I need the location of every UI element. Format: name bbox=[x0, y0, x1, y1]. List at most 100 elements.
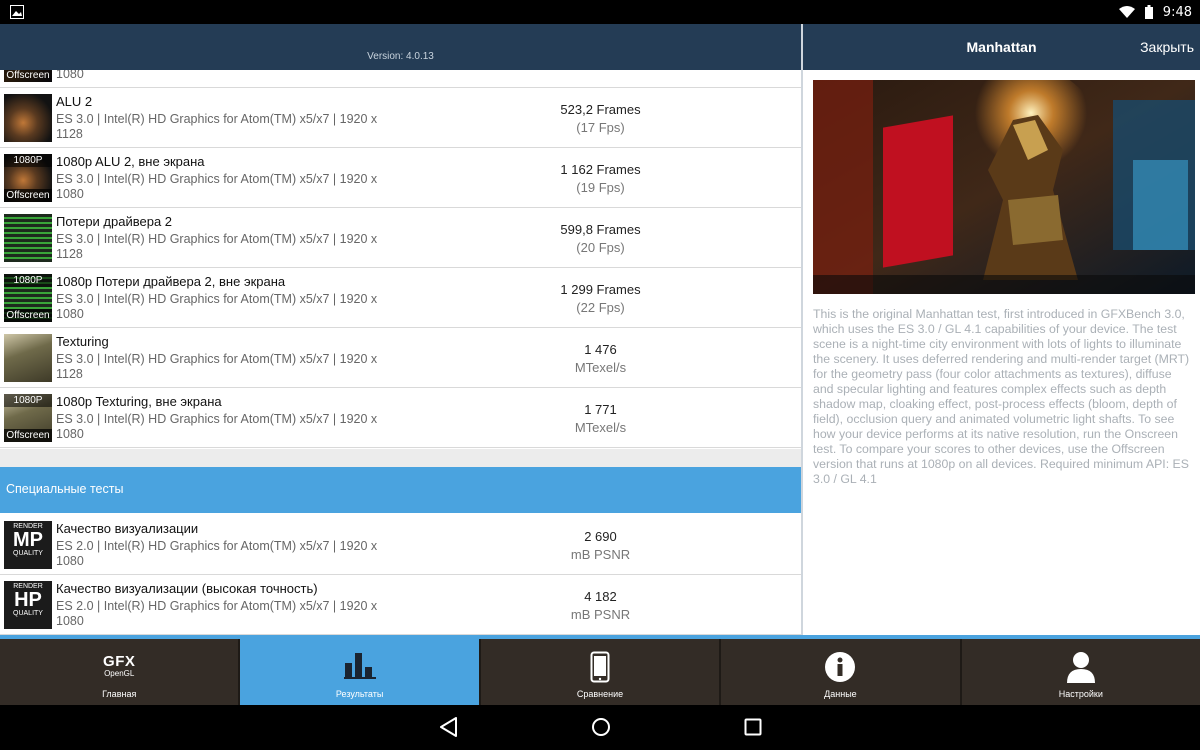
list-item[interactable]: Texturing ES 3.0 | Intel(R) HD Graphics … bbox=[0, 328, 801, 388]
list-item[interactable]: 1080P Offscreen 1080p Потери драйвера 2,… bbox=[0, 268, 801, 328]
home-button[interactable] bbox=[591, 717, 611, 741]
bottom-navigation: GFX OpenGL Главная Результаты Сравнение … bbox=[0, 639, 1200, 705]
tab-label: Сравнение bbox=[576, 689, 624, 699]
alu-thumbnail bbox=[4, 94, 52, 142]
test-name: ALU 2 bbox=[56, 94, 93, 109]
test-api: ES 3.0 | Intel(R) HD Graphics for Atom(T… bbox=[56, 292, 378, 306]
test-resolution: 1080 bbox=[56, 427, 84, 441]
test-unit: MTexel/s bbox=[574, 360, 627, 375]
list-item[interactable]: RENDER HP QUALITY Качество визуализации … bbox=[0, 575, 801, 635]
tab-label: Результаты bbox=[335, 689, 384, 699]
recents-button[interactable] bbox=[744, 718, 762, 740]
test-resolution: 1080 bbox=[56, 187, 84, 201]
test-description: This is the original Manhattan test, fir… bbox=[813, 307, 1190, 486]
info-icon bbox=[824, 651, 856, 687]
test-unit: (19 Fps) bbox=[576, 180, 625, 195]
render-quality-mp-badge: RENDER MP QUALITY bbox=[4, 521, 52, 569]
test-api: ES 3.0 | Intel(R) HD Graphics for Atom(T… bbox=[56, 412, 378, 426]
test-unit: MTexel/s bbox=[574, 420, 627, 435]
offscreen-tag: Offscreen bbox=[4, 309, 52, 322]
badge-bottom-text: QUALITY bbox=[13, 550, 43, 557]
test-resolution: 1128 bbox=[56, 367, 83, 381]
test-resolution: 1080 bbox=[56, 614, 84, 628]
texturing-thumbnail bbox=[4, 334, 52, 382]
status-time: 9:48 bbox=[1162, 4, 1192, 20]
tab-label: Данные bbox=[824, 689, 857, 699]
tab-label: Настройки bbox=[1058, 689, 1103, 699]
1080p-tag: 1080P bbox=[4, 154, 52, 167]
wifi-icon bbox=[1118, 6, 1135, 18]
list-item[interactable]: ALU 2 ES 3.0 | Intel(R) HD Graphics for … bbox=[0, 88, 801, 148]
section-title: Специальные тесты bbox=[6, 482, 124, 496]
list-item[interactable]: 1080P Offscreen 1080p ALU 2, вне экрана … bbox=[0, 148, 801, 208]
test-api: ES 2.0 | Intel(R) HD Graphics for Atom(T… bbox=[56, 539, 378, 553]
list-item[interactable]: 1080P Offscreen 1080p Texturing, вне экр… bbox=[0, 388, 801, 448]
list-item[interactable]: RENDER MP QUALITY Качество визуализации … bbox=[0, 515, 801, 575]
test-score: 1 162 Frames bbox=[560, 162, 641, 177]
phone-icon bbox=[590, 651, 610, 687]
offscreen-tag: Offscreen bbox=[4, 429, 52, 442]
test-unit: (20 Fps) bbox=[576, 240, 625, 255]
manhattan-preview-image bbox=[813, 80, 1195, 294]
back-button[interactable] bbox=[440, 717, 458, 741]
test-unit: (22 Fps) bbox=[576, 300, 625, 315]
texturing-thumbnail: 1080P Offscreen bbox=[4, 394, 52, 442]
gfx-opengl-icon: GFX OpenGL bbox=[103, 653, 136, 679]
close-button[interactable]: Закрыть bbox=[1140, 39, 1194, 55]
test-name: 1080p ALU 2, вне экрана bbox=[56, 154, 205, 169]
tab-home[interactable]: GFX OpenGL Главная bbox=[0, 639, 241, 705]
list-spacer bbox=[0, 449, 801, 467]
test-name: 1080p Потери драйвера 2, вне экрана bbox=[56, 274, 286, 289]
offscreen-tag: Offscreen bbox=[4, 70, 52, 82]
detail-panel: This is the original Manhattan test, fir… bbox=[803, 70, 1200, 635]
gallery-notification-icon bbox=[10, 5, 24, 19]
tab-results[interactable]: Результаты bbox=[240, 639, 481, 705]
section-header-special-tests: Специальные тесты bbox=[0, 467, 801, 513]
list-item[interactable]: Потери драйвера 2 ES 3.0 | Intel(R) HD G… bbox=[0, 208, 801, 268]
list-item[interactable]: Offscreen 1080 (2? Fps) bbox=[0, 70, 801, 88]
1080p-tag: 1080P bbox=[4, 394, 52, 407]
version-label: Version: 4.0.13 bbox=[367, 51, 434, 62]
system-navigation-bar bbox=[0, 705, 1200, 750]
test-thumbnail: Offscreen bbox=[4, 70, 52, 82]
badge-main-text: HP bbox=[14, 589, 42, 611]
test-resolution: 1128 bbox=[56, 127, 83, 141]
driver-overhead-thumbnail bbox=[4, 214, 52, 262]
results-header: Version: 4.0.13 bbox=[0, 24, 801, 70]
test-score: 4 182 bbox=[584, 589, 617, 604]
test-score: 523,2 Frames bbox=[560, 102, 641, 117]
offscreen-tag: Offscreen bbox=[4, 189, 52, 202]
test-resolution: 1080 bbox=[56, 70, 84, 81]
test-name: Texturing bbox=[56, 334, 109, 349]
badge-bottom-text: QUALITY bbox=[13, 610, 43, 617]
test-unit: (17 Fps) bbox=[576, 120, 625, 135]
status-bar: 9:48 bbox=[0, 0, 1200, 24]
test-unit: mB PSNR bbox=[570, 547, 631, 562]
user-icon bbox=[1066, 651, 1095, 687]
test-api: ES 3.0 | Intel(R) HD Graphics for Atom(T… bbox=[56, 352, 378, 366]
results-list[interactable]: Offscreen 1080 (2? Fps) ALU 2 ES 3.0 | I… bbox=[0, 70, 801, 635]
test-resolution: 1080 bbox=[56, 554, 84, 568]
test-name: Качество визуализации (высокая точность) bbox=[56, 581, 318, 596]
alu-thumbnail: 1080P Offscreen bbox=[4, 154, 52, 202]
tab-compare[interactable]: Сравнение bbox=[481, 639, 722, 705]
tab-label: Главная bbox=[102, 689, 137, 699]
1080p-tag: 1080P bbox=[4, 274, 52, 287]
test-score: 1 476 bbox=[584, 342, 617, 357]
test-score: 1 299 Frames bbox=[560, 282, 641, 297]
test-name: Качество визуализации bbox=[56, 521, 199, 536]
battery-icon bbox=[1144, 5, 1153, 19]
test-api: ES 2.0 | Intel(R) HD Graphics for Atom(T… bbox=[56, 599, 378, 613]
tab-settings[interactable]: Настройки bbox=[962, 639, 1200, 705]
test-score: 2 690 bbox=[584, 529, 617, 544]
detail-header: Manhattan Закрыть bbox=[803, 24, 1200, 70]
render-quality-hp-badge: RENDER HP QUALITY bbox=[4, 581, 52, 629]
test-name: Потери драйвера 2 bbox=[56, 214, 173, 229]
tab-info[interactable]: Данные bbox=[721, 639, 962, 705]
gfx-logo-text: GFX bbox=[103, 653, 136, 670]
test-unit: mB PSNR bbox=[570, 607, 631, 622]
test-score: 599,8 Frames bbox=[560, 222, 641, 237]
test-resolution: 1080 bbox=[56, 307, 84, 321]
test-api: ES 3.0 | Intel(R) HD Graphics for Atom(T… bbox=[56, 172, 378, 186]
test-resolution: 1128 bbox=[56, 247, 83, 261]
